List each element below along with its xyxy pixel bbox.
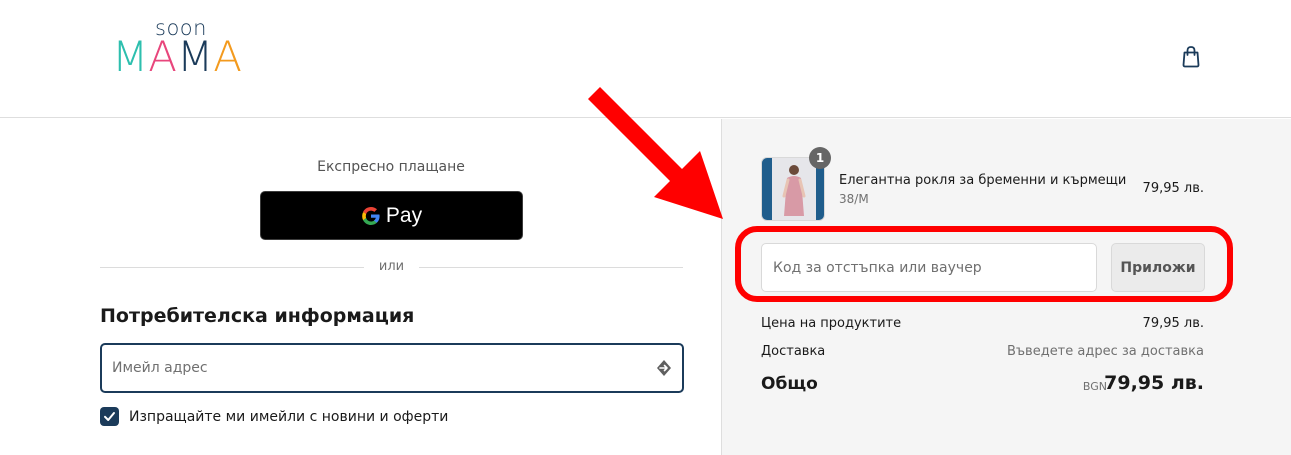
email-field[interactable] <box>100 343 684 393</box>
google-g-icon <box>362 206 380 225</box>
total-label: Общо <box>761 374 818 394</box>
checkmark-icon <box>104 412 115 421</box>
product-name: Елегантна рокля за бременни и кърмещи <box>839 173 1127 188</box>
logo-letter: A <box>148 32 177 81</box>
product-variant: 38/M <box>839 192 869 206</box>
customer-info-title: Потребителска информация <box>100 305 415 327</box>
annotation-highlight-box <box>735 226 1233 302</box>
divider-or-text: или <box>364 259 419 274</box>
product-price: 79,95 лв. <box>1142 181 1204 196</box>
quantity-badge: 1 <box>809 147 831 169</box>
google-pay-label: Pay <box>385 203 423 227</box>
google-pay-button[interactable]: Pay <box>260 191 523 240</box>
shopping-bag-icon[interactable] <box>1180 45 1202 69</box>
logo-letter: M <box>112 32 149 81</box>
logo-mama-text: MAMA <box>112 34 242 80</box>
subtotal-value: 79,95 лв. <box>1142 316 1204 331</box>
newsletter-label: Изпращайте ми имейли с новини и оферти <box>129 408 449 425</box>
logo-letter: M <box>176 32 214 81</box>
soon-mama-logo[interactable]: soon MAMA <box>112 16 242 82</box>
shipping-label: Доставка <box>761 344 826 359</box>
order-summary: 1 Елегантна рокля за бременни и кърмещи … <box>721 119 1291 455</box>
newsletter-option[interactable]: Изпращайте ми имейли с новини и оферти <box>100 407 448 426</box>
newsletter-checkbox[interactable] <box>100 407 119 426</box>
logo-letter: A <box>213 32 242 81</box>
shipping-value: Въведете адрес за доставка <box>1006 344 1204 359</box>
checkout-main: Експресно плащане Pay или Потребителска … <box>0 119 721 455</box>
autofill-icon[interactable] <box>654 358 674 378</box>
subtotal-label: Цена на продуктите <box>761 316 902 331</box>
express-checkout-title: Експресно плащане <box>317 159 465 175</box>
total-value: 79,95 лв. <box>1104 372 1204 394</box>
site-header: soon MAMA <box>0 0 1291 118</box>
email-input[interactable] <box>112 345 642 391</box>
